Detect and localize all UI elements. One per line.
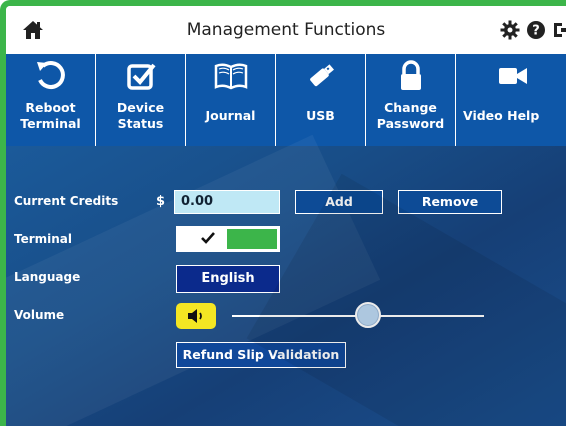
journal-label: Journal	[205, 108, 256, 123]
usb-button[interactable]: USB	[276, 54, 366, 146]
function-toolbar: Reboot Terminal Device Status Journal US…	[6, 54, 566, 146]
video-help-button[interactable]: Video Help	[456, 54, 566, 146]
gear-icon[interactable]	[500, 20, 520, 40]
reboot-icon	[36, 61, 65, 89]
change-password-label: Change Password	[376, 100, 445, 131]
language-select[interactable]: English	[176, 265, 280, 293]
logout-icon[interactable]	[552, 20, 566, 40]
checkbox-icon	[126, 63, 156, 90]
header-actions: ?	[500, 20, 566, 40]
toggle-on-indicator	[227, 229, 277, 249]
terminal-label: Terminal	[14, 232, 73, 246]
svg-text:?: ?	[532, 24, 540, 39]
reboot-terminal-label: Reboot Terminal	[20, 100, 81, 131]
usb-icon	[309, 64, 334, 87]
refund-slip-validation-button[interactable]: Refund Slip Validation	[176, 342, 346, 368]
checkmark-icon	[201, 232, 215, 244]
reboot-terminal-button[interactable]: Reboot Terminal	[6, 54, 96, 146]
volume-label: Volume	[14, 308, 65, 322]
device-status-label: Device Status	[116, 100, 165, 131]
speaker-icon	[188, 309, 202, 323]
book-icon	[214, 63, 247, 90]
app-frame: Management Functions ? Reboot Terminal D…	[0, 0, 566, 426]
remove-credits-button[interactable]: Remove	[398, 190, 502, 214]
title-bar: Management Functions ?	[6, 6, 566, 54]
volume-slider-handle[interactable]	[355, 302, 382, 328]
credits-field[interactable]: 0.00	[174, 190, 280, 214]
journal-button[interactable]: Journal	[186, 54, 276, 146]
help-icon[interactable]: ?	[526, 20, 546, 40]
language-label: Language	[14, 270, 81, 284]
current-credits-label: Current Credits	[14, 194, 119, 208]
video-help-label: Video Help	[463, 108, 540, 123]
add-credits-button[interactable]: Add	[295, 190, 383, 214]
volume-slider-track[interactable]	[232, 315, 484, 317]
usb-label: USB	[306, 108, 335, 123]
management-panel: Current Credits $ 0.00 Add Remove Termin…	[6, 146, 566, 426]
lock-icon	[400, 60, 421, 90]
change-password-button[interactable]: Change Password	[366, 54, 456, 146]
currency-symbol: $	[156, 194, 166, 209]
terminal-toggle[interactable]	[176, 226, 280, 252]
device-status-button[interactable]: Device Status	[96, 54, 186, 146]
video-camera-icon	[499, 68, 527, 84]
mute-button[interactable]	[176, 303, 216, 329]
page-title: Management Functions	[186, 20, 386, 40]
